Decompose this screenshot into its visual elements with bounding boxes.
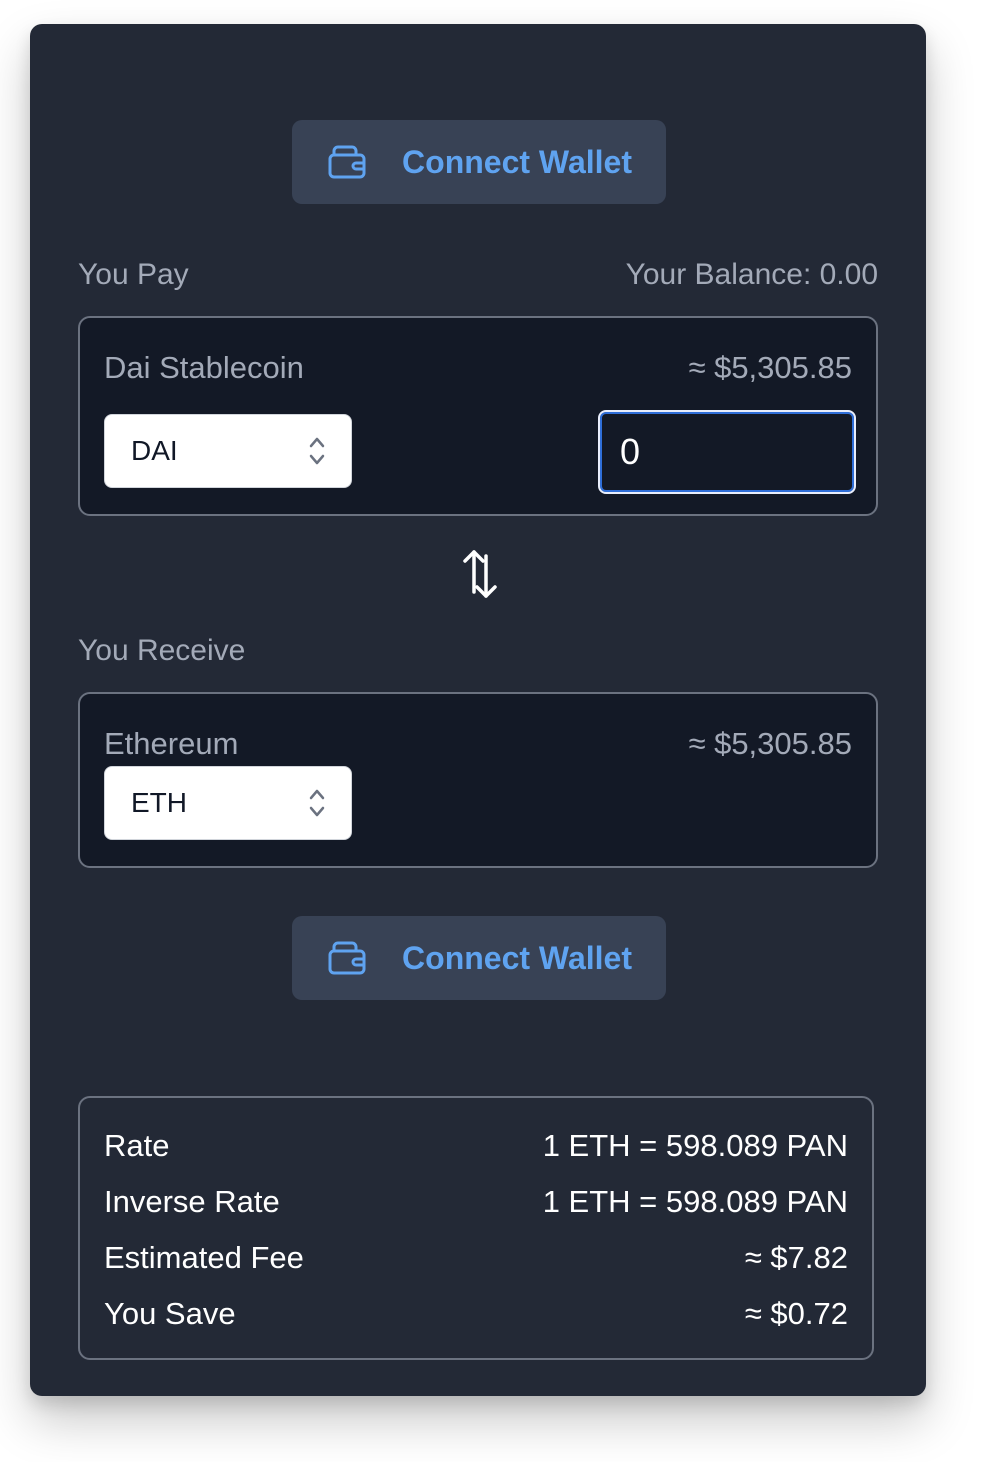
receive-token-name: Ethereum (104, 726, 239, 761)
wallet-icon (328, 145, 366, 179)
chevron-up-down-icon (309, 437, 325, 465)
connect-wallet-button-top[interactable]: Connect Wallet (292, 120, 666, 204)
you-save-label: You Save (104, 1296, 236, 1331)
receive-token-select[interactable]: ETH (104, 766, 352, 840)
receive-usd-value: ≈ $5,305.85 (688, 726, 852, 761)
inverse-rate-label: Inverse Rate (104, 1184, 280, 1219)
receive-panel: Ethereum ≈ $5,305.85 ETH (78, 692, 878, 868)
swap-arrows-icon[interactable] (458, 548, 502, 600)
rate-value: 1 ETH = 598.089 PAN (542, 1128, 848, 1163)
connect-wallet-button-bottom[interactable]: Connect Wallet (292, 916, 666, 1000)
estimated-fee-label: Estimated Fee (104, 1240, 304, 1275)
swap-card: Connect Wallet You Pay Your Balance: 0.0… (30, 24, 926, 1396)
pay-usd-value: ≈ $5,305.85 (688, 350, 852, 385)
info-row-inverse-rate: Inverse Rate 1 ETH = 598.089 PAN (104, 1182, 848, 1222)
pay-amount-input[interactable] (598, 410, 856, 494)
info-row-rate: Rate 1 ETH = 598.089 PAN (104, 1126, 848, 1166)
pay-panel: Dai Stablecoin ≈ $5,305.85 DAI (78, 316, 878, 516)
info-row-you-save: You Save ≈ $0.72 (104, 1294, 848, 1334)
you-receive-label: You Receive (78, 634, 246, 667)
connect-wallet-label: Connect Wallet (402, 939, 632, 976)
info-row-estimated-fee: Estimated Fee ≈ $7.82 (104, 1238, 848, 1278)
receive-token-symbol: ETH (131, 787, 187, 818)
chevron-up-down-icon (309, 789, 325, 817)
you-pay-label: You Pay (78, 258, 189, 291)
pay-token-select[interactable]: DAI (104, 414, 352, 488)
inverse-rate-value: 1 ETH = 598.089 PAN (542, 1184, 848, 1219)
connect-wallet-label: Connect Wallet (402, 143, 632, 180)
balance-text: Your Balance: 0.00 (625, 258, 878, 291)
pay-token-name: Dai Stablecoin (104, 350, 304, 385)
you-save-value: ≈ $0.72 (744, 1296, 848, 1331)
wallet-icon (328, 941, 366, 975)
pay-token-symbol: DAI (131, 435, 178, 466)
rate-info-panel: Rate 1 ETH = 598.089 PAN Inverse Rate 1 … (78, 1096, 874, 1360)
rate-label: Rate (104, 1128, 170, 1163)
estimated-fee-value: ≈ $7.82 (744, 1240, 848, 1275)
